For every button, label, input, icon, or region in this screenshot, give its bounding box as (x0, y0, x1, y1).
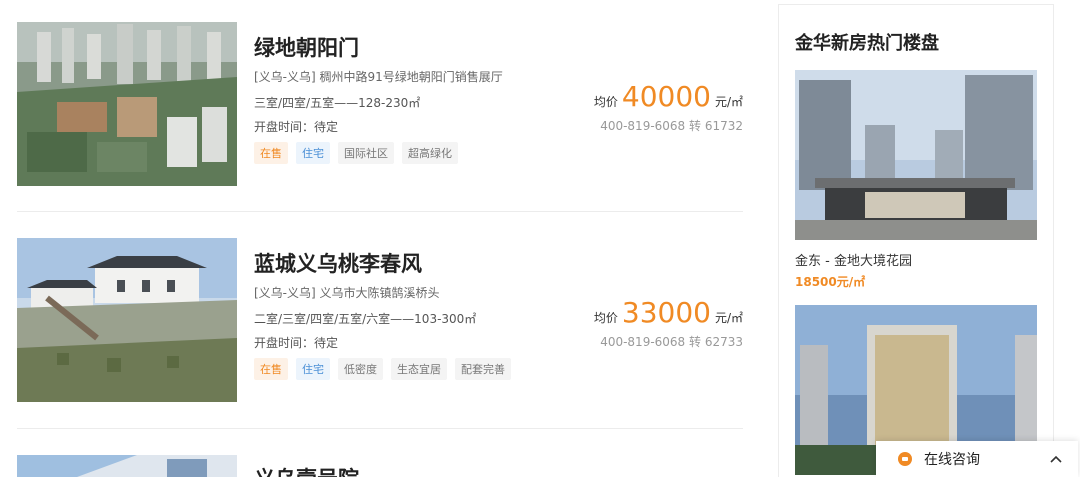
listing-image[interactable] (17, 22, 237, 186)
listing-title[interactable]: 蓝城义乌桃李春风 (254, 248, 422, 278)
phone-number[interactable]: 400-819-6068 转 61732 (594, 117, 743, 134)
sidebar-title: 金华新房热门楼盘 (795, 33, 939, 54)
listing-card[interactable]: 绿地朝阳门 [义乌-义乌] 稠州中路91号绿地朝阳门销售展厅 三室/四室/五室—… (17, 22, 743, 186)
hot-projects-sidebar: 金华新房热门楼盘 金东 - 金地大境花园 18500元/㎡ (778, 4, 1054, 477)
tag-on-sale: 在售 (254, 358, 288, 380)
tag-residential: 住宅 (296, 142, 330, 164)
sidebar-item-image[interactable] (795, 70, 1037, 240)
tag-feature: 超高绿化 (402, 142, 458, 164)
chevron-up-icon[interactable] (1048, 451, 1064, 471)
price-unit: 元/㎡ (714, 95, 743, 109)
price-box: 均价 40000 元/㎡ 400-819-6068 转 61732 (594, 80, 743, 134)
phone-number[interactable]: 400-819-6068 转 62733 (594, 333, 743, 350)
sidebar-item-price: 18500元/㎡ (795, 275, 866, 289)
tag-feature: 国际社区 (338, 142, 394, 164)
listing-address: [义乌-义乌] 义乌市大陈镇鹄溪桥头 (254, 286, 440, 300)
price-box: 均价 33000 元/㎡ 400-819-6068 转 62733 (594, 296, 743, 350)
listing-rooms: 二室/三室/四室/五室/六室——103-300㎡ (254, 312, 477, 326)
listing-card[interactable]: 蓝城义乌桃李春风 [义乌-义乌] 义乌市大陈镇鹄溪桥头 二室/三室/四室/五室/… (17, 238, 743, 402)
price-prefix: 均价 (593, 95, 618, 109)
listing-tags: 在售 住宅 低密度 生态宜居 配套完善 (254, 358, 511, 380)
listing-title[interactable]: 义乌壹号院 (254, 463, 359, 477)
tag-feature: 低密度 (338, 358, 383, 380)
price-prefix: 均价 (593, 311, 618, 325)
divider (17, 428, 743, 429)
listing-title[interactable]: 绿地朝阳门 (254, 32, 359, 62)
tag-feature: 生态宜居 (391, 358, 447, 380)
price-unit: 元/㎡ (714, 311, 743, 325)
divider (17, 211, 743, 212)
listing-image[interactable] (17, 455, 237, 477)
listing-card[interactable]: 义乌壹号院 (17, 455, 743, 477)
chat-bubble-icon (898, 452, 912, 466)
listing-rooms: 三室/四室/五室——128-230㎡ (254, 96, 421, 110)
price-value: 33000 (621, 296, 711, 329)
tag-residential: 住宅 (296, 358, 330, 380)
sidebar-item-name[interactable]: 金东 - 金地大境花园 (795, 250, 1037, 269)
listing-tags: 在售 住宅 国际社区 超高绿化 (254, 142, 458, 164)
online-consult-button[interactable]: 在线咨询 (876, 441, 1078, 477)
consult-label: 在线咨询 (924, 452, 980, 468)
listing-opening-time: 开盘时间：待定 (254, 120, 339, 134)
tag-feature: 配套完善 (455, 358, 511, 380)
price-value: 40000 (621, 80, 711, 113)
listing-image[interactable] (17, 238, 237, 402)
listing-opening-time: 开盘时间：待定 (254, 336, 339, 350)
sidebar-item[interactable]: 金东 - 金地大境花园 18500元/㎡ (795, 70, 1037, 290)
tag-on-sale: 在售 (254, 142, 288, 164)
listing-address: [义乌-义乌] 稠州中路91号绿地朝阳门销售展厅 (254, 70, 503, 84)
